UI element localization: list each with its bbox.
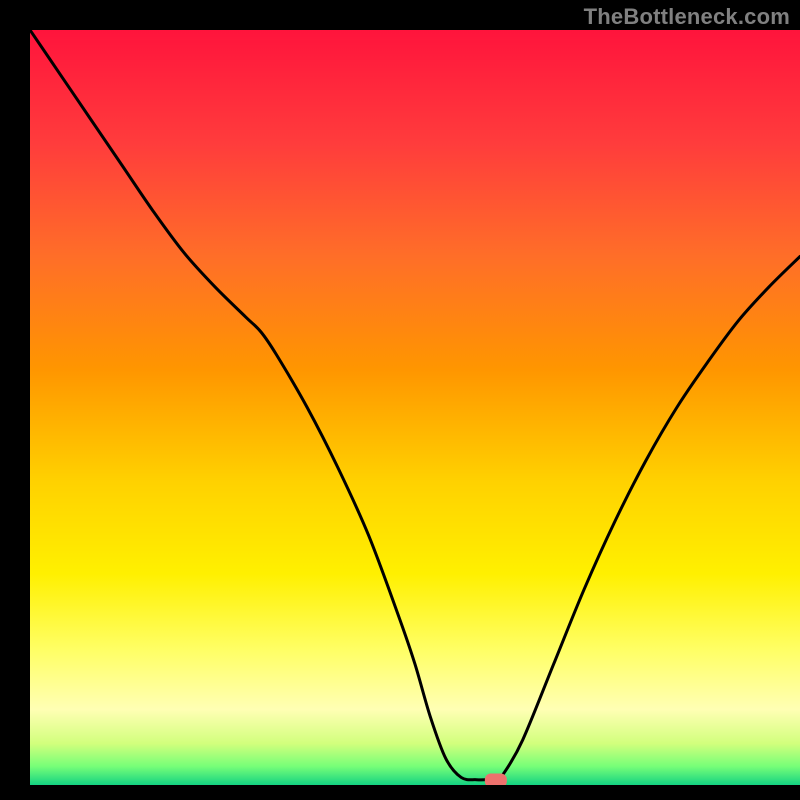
plot-area [30, 30, 800, 785]
watermark-text: TheBottleneck.com [584, 4, 790, 30]
optimal-point-marker [485, 773, 507, 785]
plot-svg [30, 30, 800, 785]
chart-container: TheBottleneck.com [0, 0, 800, 800]
gradient-background [30, 30, 800, 785]
